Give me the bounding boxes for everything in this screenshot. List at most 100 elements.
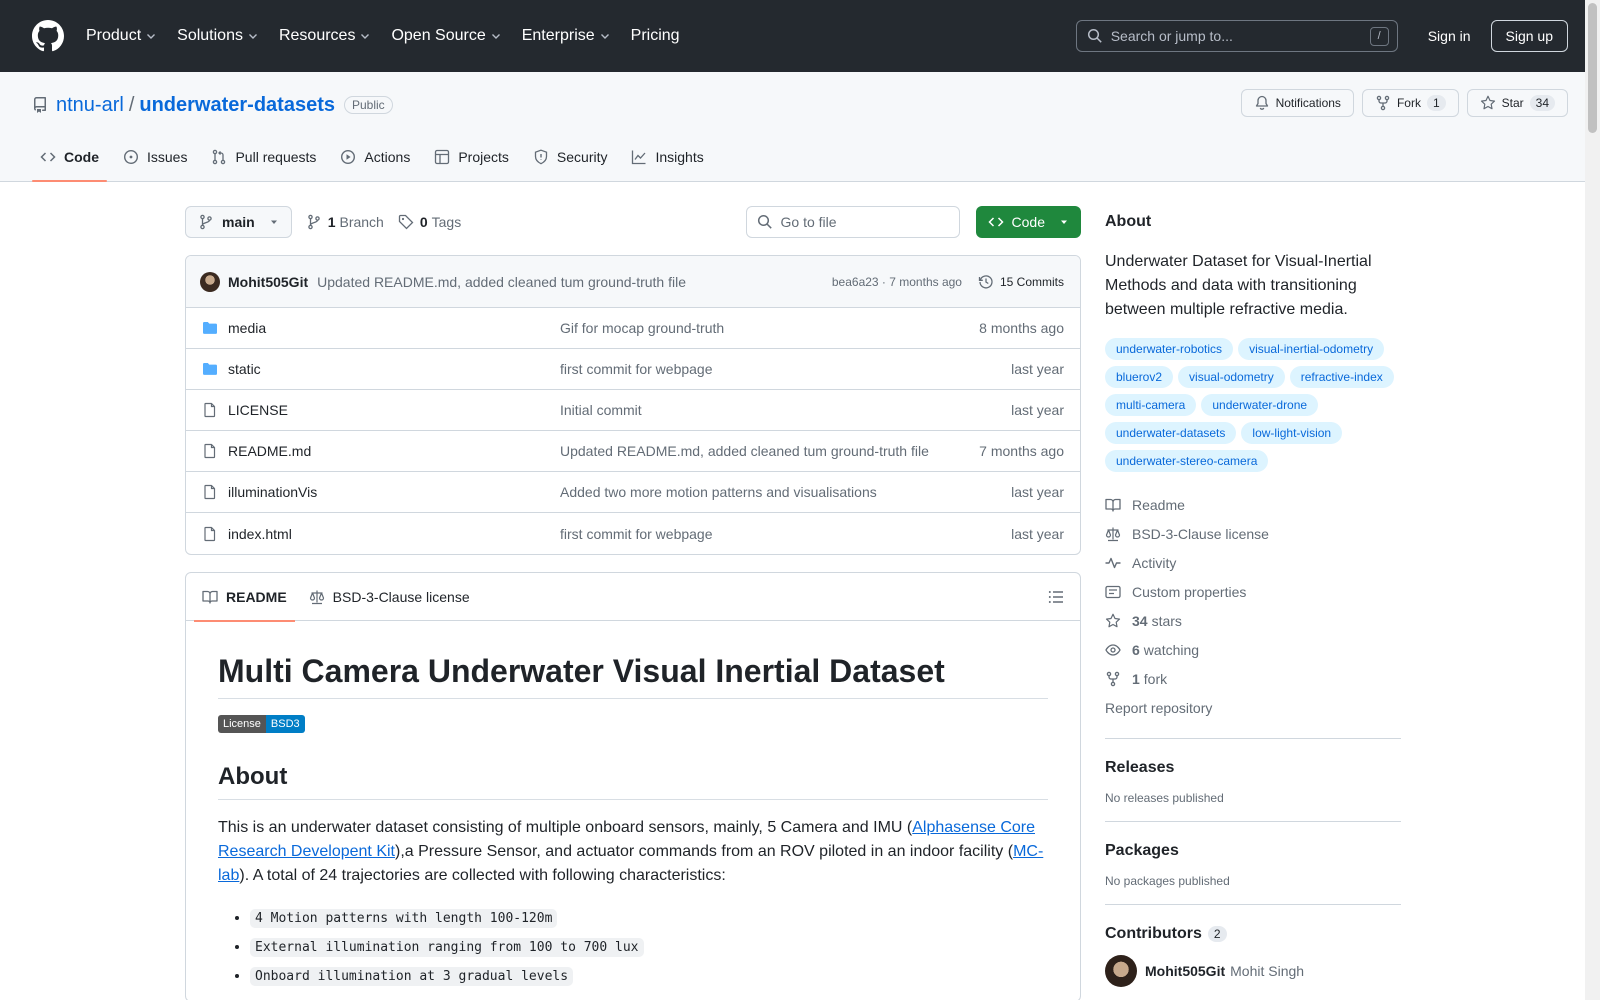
table-row[interactable]: LICENSE Initial commit last year — [186, 390, 1080, 431]
file-name[interactable]: static — [228, 361, 560, 377]
topic-tag[interactable]: underwater-stereo-camera — [1105, 450, 1269, 472]
report-repository-link[interactable]: Report repository — [1105, 693, 1401, 722]
file-type-icon — [202, 443, 218, 459]
nav-pricing[interactable]: Pricing — [631, 27, 680, 45]
table-row[interactable]: index.html first commit for webpage last y… — [186, 513, 1080, 554]
stars-label: stars — [1151, 612, 1182, 629]
commit-author[interactable]: Mohit505Git — [228, 274, 308, 290]
list-item: 4 Motion patterns with length 100-120m — [250, 904, 1048, 933]
topic-tag[interactable]: visual-inertial-odometry — [1238, 338, 1385, 360]
tab-issues[interactable]: Issues — [115, 133, 195, 181]
pull-request-icon — [213, 149, 226, 165]
tab-readme[interactable]: README — [194, 573, 295, 622]
table-row[interactable]: illuminationVis Added two more motion pat… — [186, 472, 1080, 513]
commit-message[interactable]: Updated README.md, added cleaned tum gro… — [317, 274, 686, 290]
file-commit-message[interactable]: first commit for webpage — [560, 361, 1011, 377]
file-commit-date: last year — [1011, 525, 1064, 542]
readme-about-heading: About — [218, 763, 1048, 800]
nav-open-source[interactable]: Open Source — [391, 27, 501, 45]
github-logo-icon[interactable] — [32, 20, 64, 52]
go-to-file-input[interactable]: Go to file — [745, 206, 960, 238]
page-scrollbar[interactable] — [1585, 0, 1600, 1000]
tab-actions[interactable]: Actions — [332, 133, 418, 181]
activity-link[interactable]: Activity — [1105, 548, 1401, 577]
pulse-icon — [1105, 557, 1121, 568]
contributors-heading[interactable]: Contributors 2 — [1105, 925, 1401, 943]
file-commit-message[interactable]: Initial commit — [560, 402, 1011, 418]
contributors-section: Contributors 2 Mohit505Git Mohit Singh — [1105, 904, 1401, 987]
file-name[interactable]: README.md — [228, 443, 560, 459]
contributor-item[interactable]: Mohit505Git Mohit Singh — [1105, 955, 1401, 987]
topic-tag[interactable]: bluerov2 — [1105, 366, 1174, 388]
file-icon — [204, 443, 216, 459]
activity-link-label: Activity — [1132, 554, 1177, 571]
repo-name-link[interactable]: underwater-datasets — [139, 94, 335, 117]
repo-owner-link[interactable]: ntnu-arl — [56, 94, 124, 117]
scrollbar-thumb[interactable] — [1588, 3, 1597, 133]
file-name[interactable]: media — [228, 320, 560, 336]
license-badge[interactable]: License BSD3 — [218, 715, 305, 733]
topic-tag[interactable]: underwater-robotics — [1105, 338, 1234, 360]
file-type-icon — [202, 361, 218, 377]
file-name[interactable]: LICENSE — [228, 402, 560, 418]
nav-resources[interactable]: Resources — [279, 27, 371, 45]
table-row[interactable]: media Gif for mocap ground-truth 8 months … — [186, 308, 1080, 349]
commit-hash-time[interactable]: bea6a23 · 7 months ago — [832, 275, 962, 289]
outline-toggle-button[interactable] — [1048, 589, 1064, 605]
global-search-input[interactable]: Search or jump to... / — [1075, 20, 1398, 52]
caret-down-icon — [1061, 220, 1067, 224]
topic-tag[interactable]: visual-odometry — [1178, 366, 1285, 388]
custom-properties-link[interactable]: Custom properties — [1105, 577, 1401, 606]
contributor-login[interactable]: Mohit505Git — [1145, 963, 1225, 979]
avatar[interactable] — [200, 271, 220, 292]
file-name[interactable]: index.html — [228, 526, 560, 542]
file-name[interactable]: illuminationVis — [228, 484, 560, 500]
code-icon — [987, 217, 1004, 227]
readme-link[interactable]: Readme — [1105, 490, 1401, 519]
sign-in-link[interactable]: Sign in — [1428, 28, 1471, 44]
notifications-button[interactable]: Notifications — [1240, 89, 1354, 117]
code-dropdown-button[interactable]: Code — [975, 206, 1081, 238]
file-commit-message[interactable]: Added two more motion patterns and visua… — [560, 484, 1011, 500]
license-link[interactable]: BSD-3-Clause license — [1105, 519, 1401, 548]
tab-pull-requests[interactable]: Pull requests — [203, 133, 324, 181]
forks-link[interactable]: 1 fork — [1105, 664, 1401, 693]
table-row[interactable]: static first commit for webpage last year — [186, 349, 1080, 390]
commits-history-link[interactable]: 15 Commits — [978, 274, 1064, 290]
table-row[interactable]: README.md Updated README.md, added cleane… — [186, 431, 1080, 472]
search-placeholder: Search or jump to... — [1110, 28, 1233, 44]
fork-button[interactable]: Fork 1 — [1361, 89, 1459, 117]
nav-enterprise[interactable]: Enterprise — [522, 27, 611, 45]
file-commit-message[interactable]: Gif for mocap ground-truth — [560, 320, 979, 336]
tab-security[interactable]: Security — [525, 133, 616, 181]
tab-insights[interactable]: Insights — [623, 133, 711, 181]
avatar[interactable] — [1105, 955, 1137, 987]
topic-tag[interactable]: underwater-datasets — [1105, 422, 1237, 444]
file-commit-message[interactable]: first commit for webpage — [560, 526, 1011, 542]
branch-selector[interactable]: main — [185, 206, 292, 238]
releases-heading[interactable]: Releases — [1105, 759, 1401, 777]
tab-readme-label: README — [226, 588, 287, 605]
tab-license[interactable]: BSD-3-Clause license — [309, 573, 470, 621]
topic-tag[interactable]: multi-camera — [1105, 394, 1197, 416]
stars-link[interactable]: 34 stars — [1105, 606, 1401, 635]
star-icon — [1105, 613, 1121, 627]
history-icon — [978, 274, 993, 288]
file-icon — [204, 484, 216, 500]
tab-projects[interactable]: Projects — [426, 133, 517, 181]
file-commit-message[interactable]: Updated README.md, added cleaned tum gro… — [560, 443, 979, 459]
sign-up-button[interactable]: Sign up — [1490, 20, 1568, 52]
star-button[interactable]: Star 34 — [1466, 89, 1568, 117]
nav-solutions[interactable]: Solutions — [177, 27, 259, 45]
topic-tag[interactable]: low-light-vision — [1241, 422, 1343, 444]
file-type-icon — [202, 320, 218, 336]
branches-link[interactable]: 1 Branch — [306, 214, 384, 230]
nav-product[interactable]: Product — [86, 27, 157, 45]
eye-icon — [1105, 643, 1121, 656]
topic-tag[interactable]: underwater-drone — [1201, 394, 1319, 416]
tab-code[interactable]: Code — [32, 133, 107, 182]
topic-tag[interactable]: refractive-index — [1289, 366, 1394, 388]
watching-link[interactable]: 6 watching — [1105, 635, 1401, 664]
tags-link[interactable]: 0 Tags — [398, 214, 461, 230]
packages-heading[interactable]: Packages — [1105, 842, 1401, 860]
